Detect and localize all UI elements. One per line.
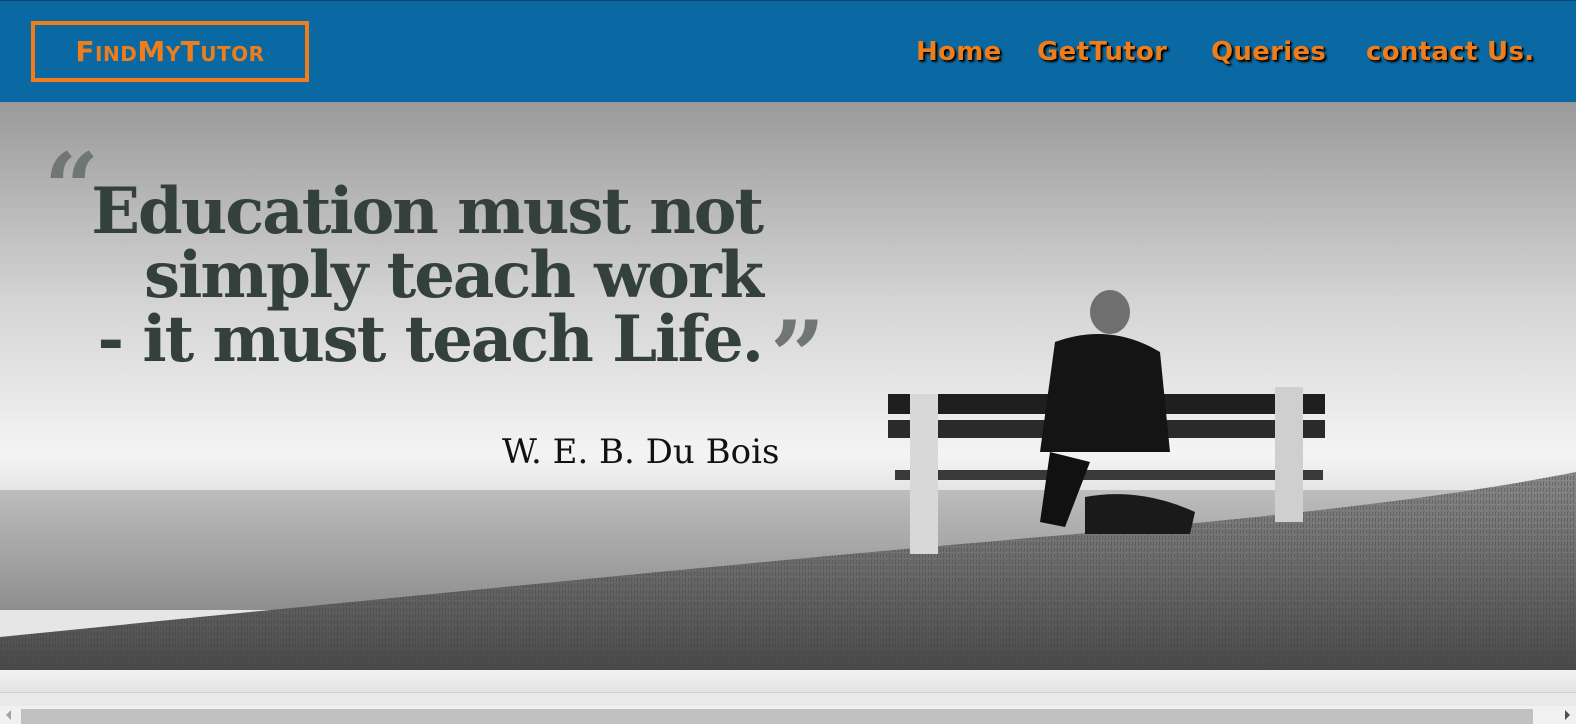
logo[interactable]: FindMyTutor: [31, 21, 309, 82]
nav-link-queries[interactable]: Queries: [1211, 37, 1326, 67]
quote-author: W. E. B. Du Bois: [502, 432, 780, 472]
scroll-left-arrow-icon[interactable]: [6, 710, 11, 720]
scroll-right-arrow-icon[interactable]: [1565, 710, 1570, 720]
nav-link-gettutor[interactable]: GetTutor: [1037, 37, 1167, 67]
quote-line: - it must teach Life.: [97, 302, 765, 377]
site-header: FindMyTutor Home GetTutor Queries contac…: [0, 0, 1576, 102]
close-quote-mark: ”: [770, 300, 826, 413]
nav-link-home[interactable]: Home: [916, 37, 1002, 67]
hero-banner: “ Education must not simply teach work -…: [0, 102, 1576, 670]
horizontal-scrollbar[interactable]: [0, 706, 1576, 724]
scrollbar-thumb[interactable]: [21, 709, 1533, 724]
quote-line: Education must not: [91, 174, 764, 249]
quote-line: simply teach work: [144, 238, 764, 313]
content-divider: [0, 670, 1576, 693]
nav-link-contact[interactable]: contact Us.: [1366, 37, 1534, 67]
hero-quote: Education must not simply teach work - i…: [0, 174, 765, 377]
logo-text: FindMyTutor: [75, 35, 265, 68]
